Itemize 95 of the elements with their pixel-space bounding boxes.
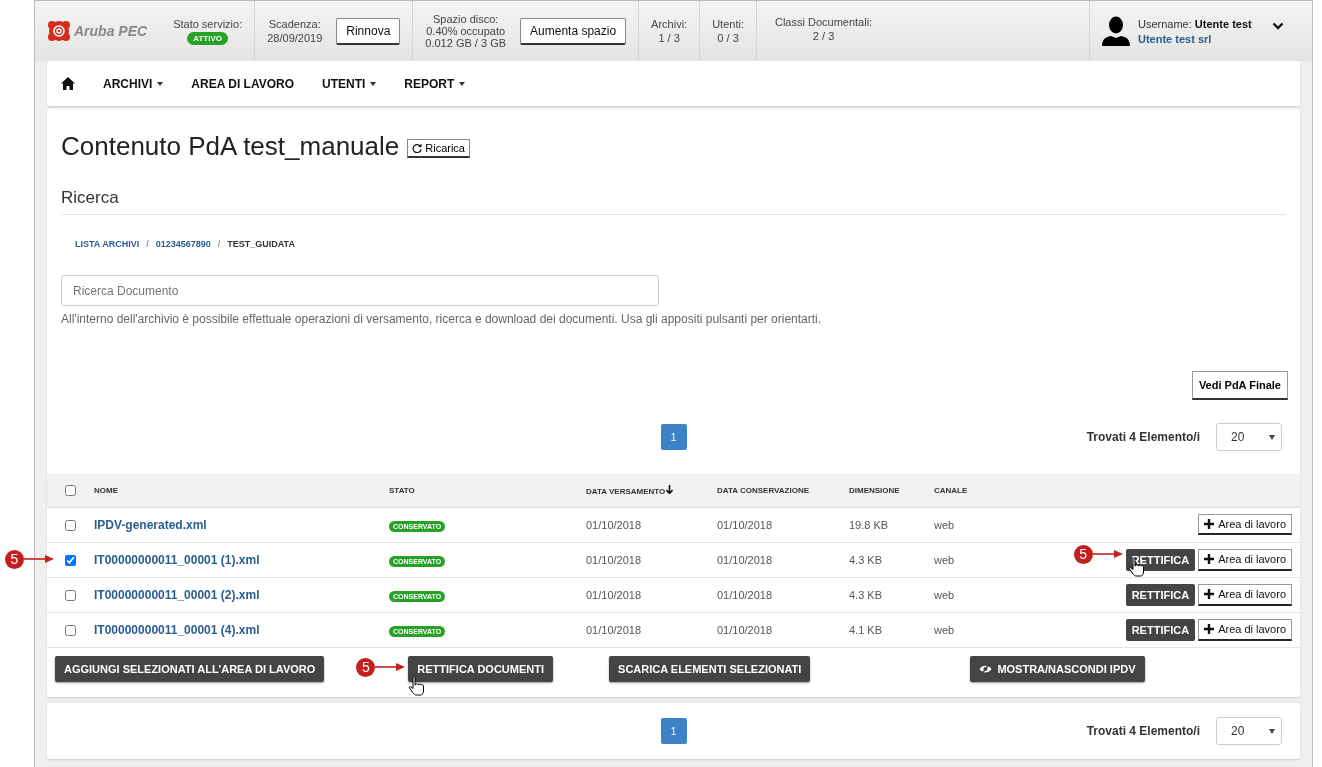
plus-icon [1204,519,1215,529]
counter-value: 0 / 3 [717,32,739,44]
file-name-link[interactable]: IT00000000011_00001 (4).xml [94,622,260,637]
rectify-button[interactable]: RETTIFICA [1125,618,1196,641]
column-header[interactable]: NOME [94,485,118,495]
bulk-action-button[interactable]: SCARICA ELEMENTI SELEZIONATI [609,655,811,682]
counter-value: 2 / 3 [812,30,835,42]
breadcrumb-link[interactable]: LISTA ARCHIVI [75,239,140,249]
final-pda-button[interactable]: Vedi PdA Finale [1191,371,1288,400]
increase-space-button[interactable]: Aumenta spazio [520,17,627,45]
page-size-select[interactable]: 20 [1216,423,1282,451]
disk-usage-value: 0.012 GB / 3 GB [425,37,507,49]
row-checkbox[interactable] [65,519,76,531]
select-all-checkbox[interactable] [65,484,76,496]
add-to-workspace-button[interactable]: Area di lavoro [1198,514,1292,535]
page-button[interactable]: 1 [660,424,687,450]
channel-text: web [934,588,955,601]
breadcrumb-separator: / [217,239,221,249]
column-header[interactable]: CANALE [934,485,968,495]
username-text: Username: Utente test [1138,17,1252,30]
conservation-date: 01/10/2018 [717,588,773,601]
nav-menu-item[interactable]: REPORT [404,76,466,91]
page-title: Contenuto PdA test_manuale [61,131,400,162]
row-checkbox[interactable] [65,624,76,636]
file-name-link[interactable]: IPDV-generated.xml [94,517,207,532]
file-name-link[interactable]: IT00000000011_00001 (2).xml [94,587,260,602]
file-name-link[interactable]: IT00000000011_00001 (1).xml [94,552,260,567]
add-to-workspace-button[interactable]: Area di lavoro [1198,583,1292,606]
user-avatar-icon [1102,16,1130,46]
add-to-workspace-button[interactable]: Area di lavoro [1198,548,1292,571]
company-link[interactable]: Utente test srl [1138,32,1252,45]
plus-icon [1204,554,1215,564]
plus-icon [1204,589,1215,599]
deposit-date: 01/10/2018 [586,518,642,531]
counter-label: Archivi: [651,18,688,30]
nav-menu-item[interactable]: ARCHIVI [103,76,164,91]
column-header[interactable]: DIMENSIONE [849,485,900,495]
rectify-button[interactable]: RETTIFICA [1125,583,1196,606]
search-field[interactable]: Ricerca Documento [61,275,659,306]
eye-slash-icon [979,663,993,674]
nav-menu-item[interactable]: AREA DI LAVORO [191,76,294,91]
nav-menu-item[interactable]: UTENTI [322,76,377,91]
results-count: Trovati 4 Elemento/i [1086,724,1200,738]
status-badge: ATTIVO [187,31,229,45]
arrow-icon [1092,549,1123,559]
channel-text: web [934,518,955,531]
disk-label: Spazio disco: [432,13,499,25]
reload-button[interactable]: Ricarica [407,139,470,158]
refresh-icon [412,143,423,153]
renew-button[interactable]: Rinnova [336,17,401,45]
file-size: 4.1 KB [849,623,883,636]
callout-number: 5 [1073,544,1093,564]
bulk-action-button[interactable]: RETTIFICA DOCUMENTI [408,655,554,682]
chevron-down-icon[interactable] [1271,22,1284,30]
counter-label: Utenti: [712,18,744,30]
breadcrumb-link[interactable]: 01234567890 [155,239,211,249]
seal-logo-icon [47,19,71,43]
channel-text: web [934,553,955,566]
results-count: Trovati 4 Elemento/i [1086,430,1200,444]
breadcrumb-current: TEST_GUIDATA [227,239,295,249]
counter-label: Classi Documentali: [774,16,873,28]
deposit-date: 01/10/2018 [586,588,642,601]
column-header[interactable]: STATO [389,485,415,495]
conservation-date: 01/10/2018 [717,553,773,566]
page-button[interactable]: 1 [660,718,687,744]
bulk-action-button[interactable]: AGGIUNGI SELEZIONATI ALL'AREA DI LAVORO [55,655,325,682]
sort-arrow-icon [666,484,674,494]
plus-icon [1204,624,1215,634]
expiry-date: 28/09/2019 [267,32,323,44]
callout-number: 5 [356,657,376,677]
breadcrumb-separator: / [146,239,149,249]
status-label: Stato servizio: [173,17,243,30]
expiry-label: Scadenza: [268,18,321,30]
file-size: 4.3 KB [849,553,883,566]
toggle-ipdv-button[interactable]: MOSTRA/NASCONDI IPDV [970,655,1145,682]
help-text: All'interno dell'archivio è possibile effettuale operazioni di versamento, ricerca e download dei documenti. Usa gli appositi pulsanti per orientarti. [61,312,823,326]
arrow-icon [375,662,406,672]
logo-text: Aruba PEC [74,23,148,39]
file-size: 4.3 KB [849,588,883,601]
conservation-date: 01/10/2018 [717,623,773,636]
counter-value: 1 / 3 [658,32,680,44]
row-checkbox[interactable] [65,554,76,566]
deposit-date: 01/10/2018 [586,623,642,636]
arrow-icon [24,554,54,564]
deposit-date: 01/10/2018 [586,553,642,566]
file-size: 19.8 KB [849,518,889,531]
page-size-select[interactable]: 20 [1216,717,1282,745]
section-heading: Ricerca [61,188,1286,215]
conservation-date: 01/10/2018 [717,518,773,531]
home-icon[interactable] [61,77,75,90]
add-to-workspace-button[interactable]: Area di lavoro [1198,618,1292,641]
channel-text: web [934,623,955,636]
row-checkbox[interactable] [65,589,76,601]
disk-usage-percent: 0.40% occupato [426,25,506,37]
callout-number: 5 [5,549,24,569]
